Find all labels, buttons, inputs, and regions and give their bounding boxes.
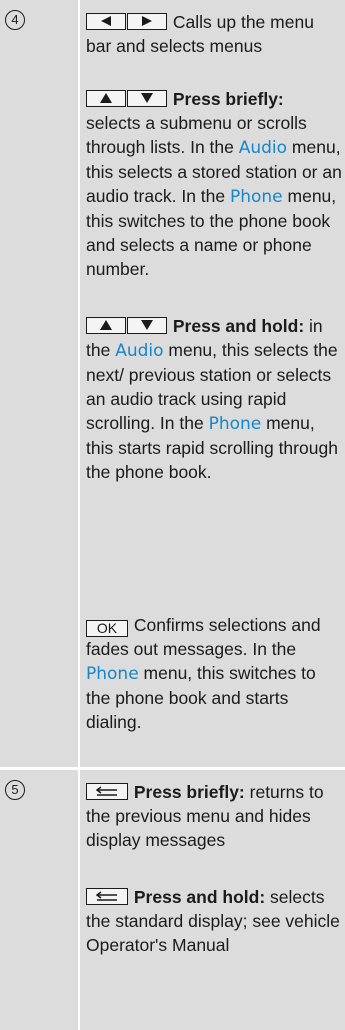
up-arrow-key bbox=[86, 317, 126, 334]
back-brief-description: Press briefly: returns to the previous m… bbox=[86, 780, 343, 852]
number-cell: 4 bbox=[0, 0, 78, 767]
description-cell: Press briefly: returns to the previous m… bbox=[80, 770, 345, 1030]
ok-key: OK bbox=[86, 620, 128, 637]
table-row-4: 4 Calls up the menu bar and selects menu… bbox=[0, 0, 345, 767]
description-cell: Calls up the menu bar and selects menus … bbox=[80, 0, 345, 767]
press-and-hold-label: Press and hold: bbox=[172, 316, 305, 336]
press-briefly-label: Press briefly: bbox=[133, 782, 245, 802]
button-function-table: 4 Calls up the menu bar and selects menu… bbox=[0, 0, 345, 1030]
left-right-description: Calls up the menu bar and selects menus bbox=[86, 10, 343, 58]
audio-menu-label: Audio bbox=[238, 138, 288, 158]
up-down-hold-description: Press and hold: in the Audio menu, this … bbox=[86, 314, 343, 484]
table-row-5: 5 Press briefly: returns to the previous… bbox=[0, 770, 345, 1030]
number-cell: 5 bbox=[0, 770, 78, 1030]
up-down-brief-description: Press briefly: selects a submenu or scro… bbox=[86, 87, 343, 281]
up-arrow-key bbox=[86, 90, 126, 107]
back-key bbox=[86, 783, 128, 800]
back-key bbox=[86, 888, 128, 905]
ok-description: OK Confirms selections and fades out mes… bbox=[86, 613, 343, 734]
right-arrow-key bbox=[127, 13, 167, 30]
down-arrow-key bbox=[127, 90, 167, 107]
phone-menu-label: Phone bbox=[208, 414, 262, 434]
back-hold-description: Press and hold: selects the standard dis… bbox=[86, 885, 343, 957]
down-arrow-key bbox=[127, 317, 167, 334]
audio-menu-label: Audio bbox=[115, 341, 164, 361]
press-and-hold-label: Press and hold: bbox=[133, 887, 266, 907]
item-number-5: 5 bbox=[5, 780, 25, 800]
item-number-4: 4 bbox=[5, 10, 25, 30]
phone-menu-label: Phone bbox=[86, 664, 139, 684]
press-briefly-label: Press briefly: bbox=[172, 89, 284, 109]
left-arrow-key bbox=[86, 13, 126, 30]
phone-menu-label: Phone bbox=[229, 187, 283, 207]
